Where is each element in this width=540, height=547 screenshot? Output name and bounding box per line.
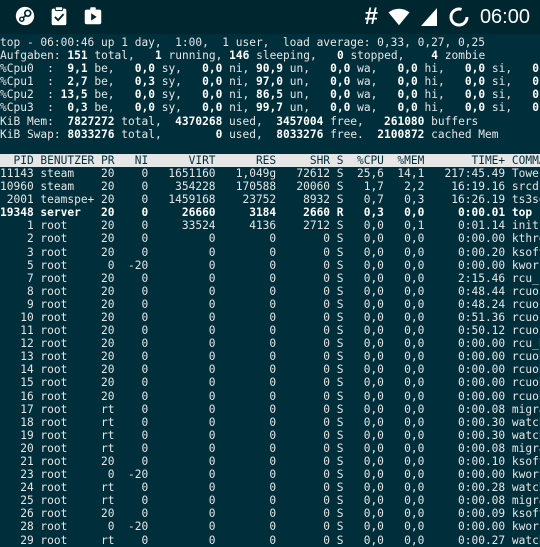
signal-icon: [420, 8, 437, 26]
process-row[interactable]: 11143 steam 20 0 1651160 1,049g 72612 S …: [0, 167, 540, 180]
android-status-bar: # 06:00: [0, 0, 540, 34]
uptime-line: top - 06:00:46 up 1 day, 1:00, 1 user, l…: [0, 36, 485, 49]
process-row[interactable]: 15 root 20 0 0 0 0 S 0,0 0,0 0:00.00 rcu…: [0, 376, 540, 389]
process-row[interactable]: 24 root rt 0 0 0 0 S 0,0 0,0 0:00.28 wat…: [0, 481, 540, 494]
terminal-top-output[interactable]: top - 06:00:46 up 1 day, 1:00, 1 user, l…: [0, 36, 540, 547]
process-row[interactable]: 19348 server 20 0 26660 3184 2660 R 0,3 …: [0, 206, 540, 219]
process-row[interactable]: 14 root 20 0 0 0 0 S 0,0 0,0 0:00.00 rcu…: [0, 363, 540, 376]
process-row[interactable]: 25 root rt 0 0 0 0 S 0,0 0,0 0:00.08 mig…: [0, 494, 540, 507]
process-row[interactable]: 28 root 0 -20 0 0 0 S 0,0 0,0 0:00.00 kw…: [0, 520, 540, 533]
clock: 06:00: [479, 6, 530, 28]
cpu-lines: %Cpu0 : 9,1 be, 0,0 sy, 0,0 ni, 90,9 un,…: [0, 62, 540, 114]
process-row[interactable]: 2 root 20 0 0 0 0 S 0,0 0,0 0:00.00 kthr…: [0, 232, 540, 245]
process-row[interactable]: 18 root rt 0 0 0 0 S 0,0 0,0 0:00.30 wat…: [0, 416, 540, 429]
process-row[interactable]: 26 root 20 0 0 0 0 S 0,0 0,0 0:00.09 kso…: [0, 507, 540, 520]
process-table-header: PID BENUTZER PR NI VIRT RES SHR S %CPU %…: [0, 153, 540, 167]
process-row[interactable]: 21 root 20 0 0 0 0 S 0,0 0,0 0:00.10 kso…: [0, 455, 540, 468]
process-row[interactable]: 10960 steam 20 0 354228 170588 20060 S 1…: [0, 180, 540, 193]
process-row[interactable]: 20 root rt 0 0 0 0 S 0,0 0,0 0:00.08 mig…: [0, 442, 540, 455]
process-row[interactable]: 11 root 20 0 0 0 0 S 0,0 0,0 0:50.12 rcu…: [0, 324, 540, 337]
process-row[interactable]: 16 root 20 0 0 0 0 S 0,0 0,0 0:00.00 rcu…: [0, 390, 540, 403]
process-row[interactable]: 9 root 20 0 0 0 0 S 0,0 0,0 0:48.24 rcuo…: [0, 298, 540, 311]
process-row[interactable]: 5 root 0 -20 0 0 0 S 0,0 0,0 0:00.00 kwo…: [0, 259, 540, 272]
cpu-line: %Cpu2 : 13,5 be, 0,0 sy, 0,0 ni, 86,5 un…: [0, 88, 540, 102]
notification-icons: [14, 5, 104, 27]
process-row[interactable]: 7 root 20 0 0 0 0 S 0,0 0,0 2:15.46 rcu_…: [0, 272, 540, 285]
process-row[interactable]: 2001 teamspe+ 20 0 1459168 23752 8932 S …: [0, 193, 540, 206]
process-row[interactable]: 12 root 20 0 0 0 0 S 0,0 0,0 0:00.00 rcu…: [0, 337, 540, 350]
process-row[interactable]: 10 root 20 0 0 0 0 S 0,0 0,0 0:51.36 rcu…: [0, 311, 540, 324]
process-row[interactable]: 17 root rt 0 0 0 0 S 0,0 0,0 0:00.08 mig…: [0, 403, 540, 416]
swap-line: KiB Swap: 8033276 total, 0 used, 8033276…: [0, 127, 499, 141]
loading-ring-icon: [449, 7, 469, 27]
process-row[interactable]: 19 root rt 0 0 0 0 S 0,0 0,0 0:00.30 wat…: [0, 429, 540, 442]
system-icons: # 06:00: [365, 4, 530, 30]
cpu-line: %Cpu1 : 2,7 be, 0,3 sy, 0,0 ni, 97,0 un,…: [0, 75, 540, 89]
process-row[interactable]: 23 root 0 -20 0 0 0 S 0,0 0,0 0:00.00 kw…: [0, 468, 540, 481]
cpu-line: %Cpu0 : 9,1 be, 0,0 sy, 0,0 ni, 90,9 un,…: [0, 62, 540, 76]
process-row[interactable]: 3 root 20 0 0 0 0 S 0,0 0,0 0:00.20 ksof…: [0, 246, 540, 259]
hash-icon: #: [364, 3, 378, 30]
process-row[interactable]: 1 root 20 0 33524 4136 2712 S 0,0 0,1 0:…: [0, 219, 540, 232]
process-list: 11143 steam 20 0 1651160 1,049g 72612 S …: [0, 167, 540, 547]
process-row[interactable]: 8 root 20 0 0 0 0 S 0,0 0,0 0:48.44 rcuo…: [0, 285, 540, 298]
play-box-icon: [84, 7, 102, 25]
steam-icon: [15, 6, 35, 26]
wifi-icon: [388, 8, 410, 26]
process-row[interactable]: 13 root 20 0 0 0 0 S 0,0 0,0 0:00.00 rcu…: [0, 350, 540, 363]
memory-line: KiB Mem: 7827272 total, 4370268 used, 34…: [0, 114, 479, 128]
process-row[interactable]: 29 root rt 0 0 0 0 S 0,0 0,0 0:00.27 wat…: [0, 534, 540, 547]
tasks-line: Aufgaben: 151 total, 1 running, 146 slee…: [0, 49, 486, 63]
cpu-line: %Cpu3 : 0,3 be, 0,0 sy, 0,0 ni, 99,7 un,…: [0, 101, 540, 115]
clipboard-check-icon: [51, 6, 67, 26]
